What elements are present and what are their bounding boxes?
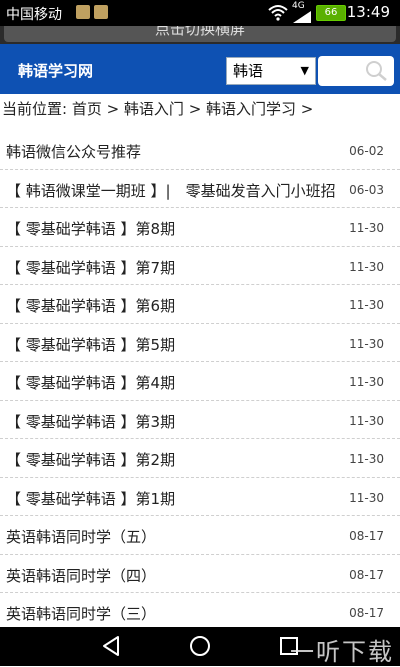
list-item[interactable]: 【 零基础学韩语 】第4期 11-30 <box>0 362 400 401</box>
article-title[interactable]: 韩语微信公众号推荐 <box>6 141 141 162</box>
article-title[interactable]: 英语韩语同时学（四） <box>6 565 156 586</box>
breadcrumb: 当前位置: 首页 > 韩语入门 > 韩语入门学习 > <box>2 100 314 118</box>
wifi-icon <box>268 5 288 21</box>
article-date: 11-30 <box>349 259 384 274</box>
network-type: 4G <box>292 1 305 11</box>
list-item[interactable]: 【 零基础学韩语 】第7期 11-30 <box>0 247 400 285</box>
list-item[interactable]: 【 零基础学韩语 】第1期 11-30 <box>0 478 400 516</box>
list-item[interactable]: 【 韩语微课堂一期班 】| 零基础发音入门小班招 06-03 <box>0 170 400 208</box>
article-title[interactable]: 【 零基础学韩语 】第4期 <box>6 372 175 393</box>
notification-icon <box>94 5 108 19</box>
article-list: 韩语微信公众号推荐 06-02 【 韩语微课堂一期班 】| 零基础发音入门小班招 06… <box>0 131 400 632</box>
article-title[interactable]: 【 零基础学韩语 】第1期 <box>6 488 175 509</box>
status-bar: 中国移动 4G 66 13:49 <box>0 0 400 26</box>
search-input[interactable] <box>318 56 394 86</box>
clock: 13:49 <box>346 3 390 21</box>
article-title[interactable]: 【 零基础学韩语 】第6期 <box>6 295 175 316</box>
language-select[interactable]: 韩语 ▼ <box>226 57 316 85</box>
article-date: 11-30 <box>349 375 384 389</box>
article-date: 08-17 <box>349 567 384 582</box>
article-date: 11-30 <box>349 336 384 351</box>
rotate-bar: 点击切换横屏 <box>0 26 400 44</box>
article-date: 11-30 <box>349 452 384 466</box>
list-item[interactable]: 【 零基础学韩语 】第5期 11-30 <box>0 324 400 362</box>
article-title[interactable]: 【 零基础学韩语 】第2期 <box>6 449 175 470</box>
carrier-label: 中国移动 <box>6 7 62 23</box>
article-title[interactable]: 【 零基础学韩语 】第3期 <box>6 411 175 432</box>
battery-level: 66 <box>316 5 346 21</box>
article-date: 11-30 <box>349 298 384 312</box>
back-icon[interactable] <box>100 635 122 657</box>
list-item[interactable]: 【 零基础学韩语 】第2期 11-30 <box>0 439 400 478</box>
article-date: 06-02 <box>349 144 384 158</box>
article-title[interactable]: 【 韩语微课堂一期班 】| 零基础发音入门小班招 <box>6 180 336 201</box>
article-title[interactable]: 【 零基础学韩语 】第5期 <box>6 334 175 355</box>
notification-icon <box>76 5 90 19</box>
list-item[interactable]: 英语韩语同时学（四） 08-17 <box>0 555 400 593</box>
article-title[interactable]: 英语韩语同时学（五） <box>6 526 156 547</box>
list-item[interactable]: 英语韩语同时学（三） 08-17 <box>0 593 400 632</box>
list-item[interactable]: 【 零基础学韩语 】第3期 11-30 <box>0 401 400 439</box>
article-date: 08-17 <box>349 529 384 543</box>
list-item[interactable]: 【 零基础学韩语 】第6期 11-30 <box>0 285 400 324</box>
rotate-screen-button[interactable]: 点击切换横屏 <box>4 26 396 42</box>
article-date: 11-30 <box>349 490 384 505</box>
list-item[interactable]: 【 零基础学韩语 】第8期 11-30 <box>0 208 400 247</box>
watermark: 一听下载 <box>290 638 394 666</box>
signal-icon <box>293 11 311 23</box>
site-header: 韩语学习网 韩语 ▼ <box>0 44 400 94</box>
search-icon[interactable] <box>364 60 388 82</box>
article-date: 11-30 <box>349 413 384 428</box>
dropdown-arrow-icon: ▼ <box>300 64 309 77</box>
language-select-value: 韩语 <box>233 62 264 80</box>
home-icon[interactable] <box>189 635 211 657</box>
list-item[interactable]: 英语韩语同时学（五） 08-17 <box>0 516 400 555</box>
article-title[interactable]: 【 零基础学韩语 】第7期 <box>6 257 175 278</box>
article-title[interactable]: 【 零基础学韩语 】第8期 <box>6 218 175 239</box>
site-logo[interactable]: 韩语学习网 <box>18 60 93 81</box>
article-date: 06-03 <box>349 182 384 197</box>
list-item[interactable]: 韩语微信公众号推荐 06-02 <box>0 131 400 170</box>
article-date: 08-17 <box>349 606 384 620</box>
article-title[interactable]: 英语韩语同时学（三） <box>6 603 156 624</box>
article-date: 11-30 <box>349 221 384 235</box>
